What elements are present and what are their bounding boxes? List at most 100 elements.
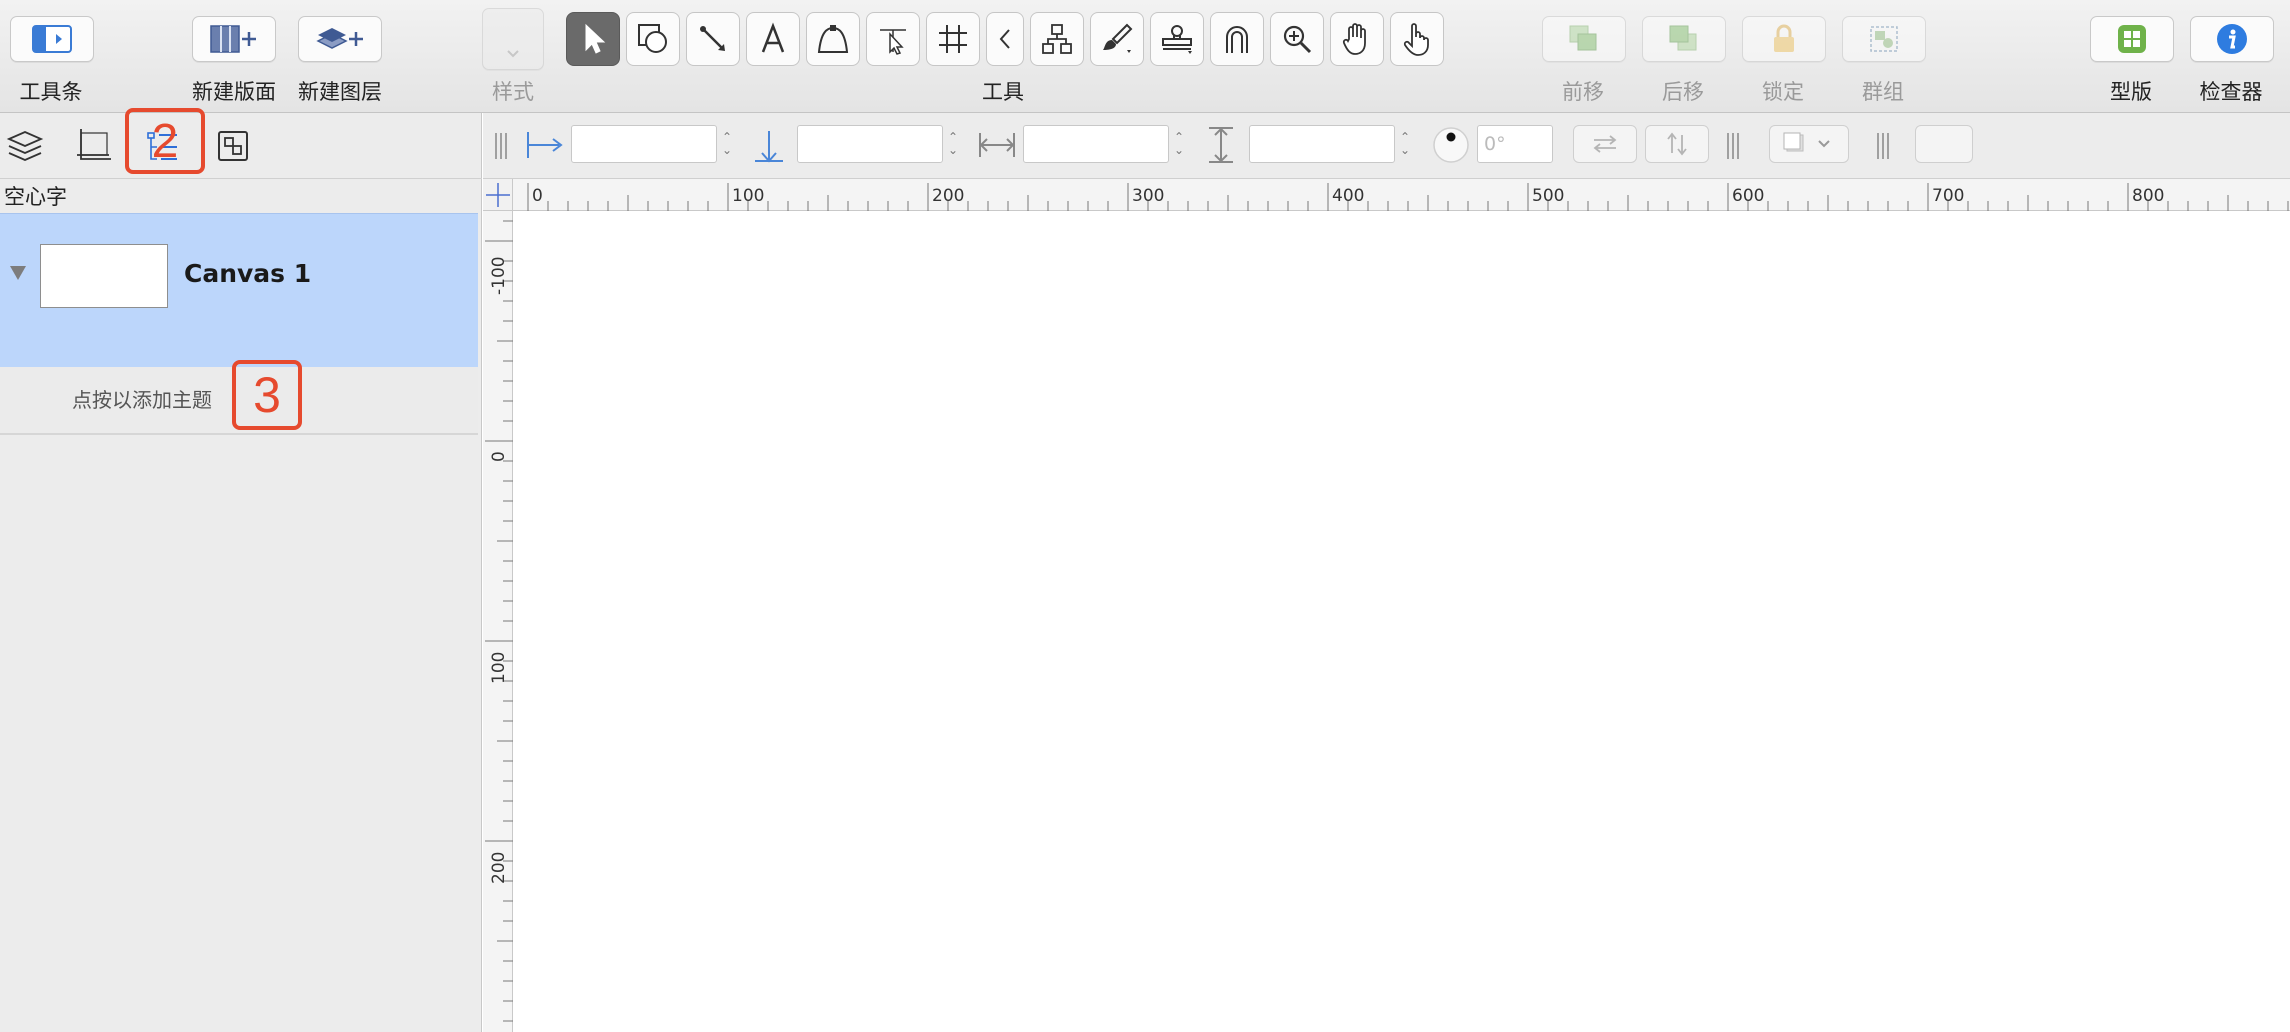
flip-vertical-icon (1667, 132, 1687, 156)
vertical-ruler[interactable]: -100 0 100 200 (483, 211, 513, 1032)
width-icon (979, 133, 1015, 157)
shape-icon (638, 24, 667, 53)
tool-point-editor[interactable] (866, 12, 920, 66)
height-field[interactable] (1249, 125, 1395, 163)
style-well-icon (507, 50, 519, 58)
grip-icon[interactable] (495, 133, 509, 159)
tool-zoom[interactable] (1270, 12, 1324, 66)
tool-diagram-grid[interactable] (926, 12, 980, 66)
point-editor-icon (880, 29, 906, 55)
new-canvas-icon (210, 25, 256, 53)
send-backward-button[interactable] (1642, 16, 1726, 62)
v-ruler-label: 100 (489, 651, 509, 684)
rotation-dial-icon[interactable] (1431, 125, 1471, 165)
y-position-field[interactable] (797, 125, 943, 163)
y-position-stepper[interactable]: ⌃ ⌄ (943, 125, 963, 163)
new-canvas-item[interactable]: 新建版面 (190, 0, 278, 113)
tool-palette (566, 12, 1444, 68)
main-toolbar: 工具条 新建版面 新建图层 样式 工具 前移 后移 锁定 群组 型版 检查器 (0, 0, 2290, 113)
line-icon (700, 26, 725, 51)
collapse-chevron-icon (999, 29, 1010, 49)
x-position-field[interactable] (571, 125, 717, 163)
style-brush-icon (1103, 23, 1133, 53)
subject-row[interactable]: 点按以添加主题 3 (0, 360, 478, 435)
new-layer-button[interactable] (298, 16, 382, 62)
canvas-list-item[interactable]: Canvas 1 (0, 213, 478, 367)
group-item[interactable]: 群组 (1840, 0, 1926, 113)
crosshair-icon (486, 183, 510, 207)
tab-canvas-outline[interactable] (68, 121, 118, 171)
toolbar-toggle-button[interactable] (10, 16, 94, 62)
lock-button[interactable] (1742, 16, 1826, 62)
new-layer-icon (316, 28, 363, 49)
tool-magnet[interactable] (1210, 12, 1264, 66)
width-field[interactable] (1023, 125, 1169, 163)
width-stepper[interactable]: ⌃ ⌄ (1169, 125, 1189, 163)
hand-icon (1342, 23, 1366, 55)
browse-hand-icon (1403, 23, 1429, 56)
ruler-origin[interactable] (483, 179, 513, 211)
selection-arrow-icon (585, 23, 606, 54)
x-position-stepper[interactable]: ⌃ ⌄ (717, 125, 737, 163)
tool-rubber-stamp[interactable] (1150, 12, 1204, 66)
height-stepper[interactable]: ⌃ ⌄ (1395, 125, 1415, 163)
tool-shape[interactable] (626, 12, 680, 66)
canvas-name: Canvas 1 (184, 259, 312, 288)
sidebar-toggle-icon (32, 25, 72, 53)
stencils-item[interactable]: 型版 (2088, 0, 2174, 113)
section-title: 空心字 (4, 185, 67, 209)
tool-text[interactable] (746, 12, 800, 66)
add-subject-placeholder[interactable]: 点按以添加主题 (72, 384, 212, 413)
h-ruler-label: 100 (732, 186, 765, 206)
lock-item[interactable]: 锁定 (1740, 0, 1826, 113)
inspector-item[interactable]: 检查器 (2188, 0, 2274, 113)
style-swatch-button[interactable] (1915, 125, 1973, 163)
callout-3: 3 (232, 360, 302, 430)
drawing-canvas[interactable] (514, 212, 2290, 1032)
h-ruler-label: 500 (1532, 186, 1565, 206)
inspector-button[interactable] (2190, 16, 2274, 62)
text-icon (761, 22, 785, 53)
stencils-icon (2118, 25, 2146, 53)
inspector-label: 检查器 (2199, 80, 2263, 104)
h-ruler-label: 700 (1932, 186, 1965, 206)
tool-line[interactable] (686, 12, 740, 66)
lock-label: 锁定 (1762, 80, 1804, 104)
rotation-angle-field[interactable]: 0° (1477, 125, 1553, 163)
send-backward-item[interactable]: 后移 (1640, 0, 1726, 113)
tool-hierarchy[interactable] (1030, 12, 1084, 66)
new-canvas-button[interactable] (192, 16, 276, 62)
sidebar: 2 空心字 Canvas 1 点按以添加主题 3 (0, 108, 482, 1032)
grip-icon[interactable] (1727, 133, 1741, 159)
new-layer-item[interactable]: 新建图层 (296, 0, 384, 113)
style-item[interactable]: 样式 (478, 0, 548, 113)
tool-hand[interactable] (1330, 12, 1384, 66)
v-ruler-label: 200 (489, 851, 509, 884)
tab-layers[interactable] (0, 121, 50, 171)
style-label: 样式 (492, 80, 534, 104)
h-ruler-label: 200 (932, 186, 965, 206)
tab-selection[interactable] (208, 121, 258, 171)
horizontal-ruler[interactable]: 0 100 200 300 400 500 600 700 800 (513, 179, 2290, 211)
tool-collapse[interactable] (986, 12, 1024, 66)
bring-forward-label: 前移 (1562, 80, 1604, 104)
group-button[interactable] (1842, 16, 1926, 62)
style-well-button[interactable] (482, 8, 544, 70)
bring-forward-item[interactable]: 前移 (1540, 0, 1626, 113)
grip-icon[interactable] (1877, 133, 1891, 159)
tool-pen[interactable] (806, 12, 860, 66)
shadow-popup[interactable] (1769, 125, 1849, 163)
flip-vertical-button[interactable] (1645, 125, 1709, 163)
disclosure-triangle-icon[interactable] (10, 266, 26, 280)
h-ruler-label: 800 (2132, 186, 2165, 206)
tool-style-brush[interactable] (1090, 12, 1144, 66)
flip-horizontal-button[interactable] (1573, 125, 1637, 163)
bring-forward-button[interactable] (1542, 16, 1626, 62)
inspector-bar: ⌃ ⌄ ⌃ ⌄ ⌃ ⌄ ⌃ ⌄ 0° (483, 113, 2290, 179)
vertical-ruler-ticks (485, 220, 513, 1022)
tool-browse[interactable] (1390, 12, 1444, 66)
y-position-icon (755, 131, 783, 163)
tool-selection[interactable] (566, 12, 620, 66)
stencils-button[interactable] (2090, 16, 2174, 62)
toolbar-toggle-item[interactable]: 工具条 (8, 0, 94, 113)
